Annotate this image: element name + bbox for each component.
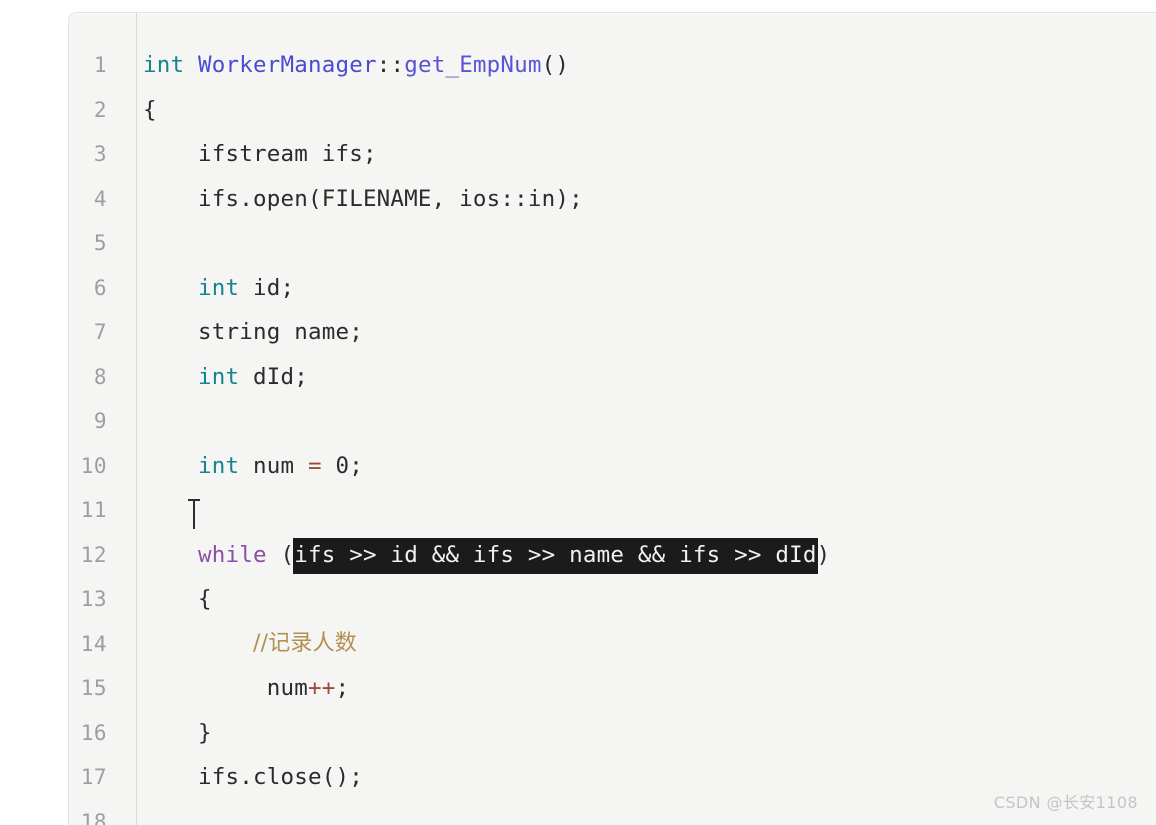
line-number: 12: [80, 542, 107, 567]
code-token: int: [198, 452, 253, 479]
line-content[interactable]: string name;: [121, 310, 1156, 355]
line-content[interactable]: int id;: [121, 266, 1156, 311]
csdn-watermark: CSDN @长安1108: [993, 793, 1138, 812]
line-content[interactable]: ifs.open(FILENAME, ios::in);: [121, 177, 1156, 222]
code-line[interactable]: 9: [69, 399, 1156, 444]
line-content[interactable]: while (ifs >> id && ifs >> name && ifs >…: [121, 533, 1156, 578]
code-lines-container[interactable]: 1 int WorkerManager::get_EmpNum() 2{3 ifst…: [69, 13, 1156, 825]
code-token: ifstream ifs;: [143, 141, 377, 167]
line-number: 4: [93, 186, 107, 211]
code-token: while: [198, 541, 267, 568]
line-number: 18: [80, 809, 107, 825]
code-line[interactable]: 11: [69, 488, 1156, 533]
code-line[interactable]: 14 //记录人数: [69, 622, 1156, 667]
line-number: 5: [93, 231, 107, 255]
line-content[interactable]: {: [121, 88, 1156, 133]
selected-text[interactable]: ifs >> id && ifs >> name && ifs >> dId: [294, 538, 817, 573]
line-number: 14: [80, 631, 107, 656]
line-number: 15: [80, 676, 107, 700]
code-token: dId;: [253, 363, 308, 390]
line-number: 11: [80, 498, 107, 522]
code-token: int: [198, 274, 253, 301]
code-line[interactable]: 8 int dId;: [69, 355, 1156, 400]
code-token: id;: [253, 274, 295, 301]
code-token: get_EmpNum: [404, 52, 542, 78]
code-line[interactable]: 10 int num = 0;: [69, 444, 1156, 489]
code-token: WorkerManager: [198, 52, 377, 78]
line-number: 6: [93, 275, 107, 300]
code-token: ::: [376, 52, 405, 78]
code-token: string name;: [143, 319, 363, 345]
code-token: int: [198, 363, 253, 390]
code-token: =: [308, 452, 322, 479]
line-content[interactable]: //记录人数: [121, 621, 1156, 667]
code-line[interactable]: 12 while (ifs >> id && ifs >> name && if…: [69, 533, 1156, 578]
line-number: 10: [80, 453, 107, 478]
line-content[interactable]: int num = 0;: [121, 444, 1156, 489]
line-number: 17: [80, 765, 107, 789]
code-line[interactable]: 15 num++;: [69, 666, 1156, 711]
code-token: ifs.close();: [143, 764, 363, 790]
line-content[interactable]: num++;: [121, 666, 1156, 711]
line-content[interactable]: {: [121, 577, 1156, 622]
code-token: }: [143, 719, 212, 746]
code-token: ): [816, 541, 831, 568]
line-number: 9: [93, 409, 107, 433]
line-number: 16: [80, 720, 107, 745]
code-token: num: [143, 675, 308, 701]
code-line[interactable]: 1 int WorkerManager::get_EmpNum(): [69, 43, 1156, 88]
line-content[interactable]: int dId;: [121, 355, 1156, 400]
screenshot-root: 1 int WorkerManager::get_EmpNum() 2{3 ifst…: [0, 0, 1156, 825]
code-token: num: [253, 452, 308, 479]
code-token: int: [143, 52, 198, 78]
code-token: (: [266, 541, 295, 568]
line-number: 13: [80, 587, 107, 611]
line-number: 3: [93, 142, 107, 166]
code-token: 0;: [321, 452, 363, 479]
code-token: {: [143, 96, 157, 123]
code-token: ifs.open(FILENAME, ios::in);: [143, 185, 583, 212]
code-token: (): [541, 52, 570, 78]
code-token: ;: [335, 675, 350, 701]
line-content[interactable]: int WorkerManager::get_EmpNum(): [121, 43, 1156, 88]
line-content[interactable]: ifstream ifs;: [121, 132, 1156, 177]
line-number: 8: [93, 364, 107, 389]
line-number: 7: [93, 320, 107, 344]
code-line[interactable]: 16 }: [69, 711, 1156, 756]
line-number: 2: [93, 97, 107, 122]
line-content[interactable]: }: [121, 711, 1156, 756]
line-number: 1: [93, 53, 107, 77]
code-line[interactable]: 3 ifstream ifs;: [69, 132, 1156, 177]
code-block[interactable]: 1 int WorkerManager::get_EmpNum() 2{3 ifst…: [68, 12, 1156, 825]
code-line[interactable]: 2{: [69, 88, 1156, 133]
code-token: ++: [307, 675, 336, 701]
code-line[interactable]: 7 string name;: [69, 310, 1156, 355]
code-line[interactable]: 5: [69, 221, 1156, 266]
code-line[interactable]: 13 {: [69, 577, 1156, 622]
code-token: {: [143, 586, 212, 612]
code-token: //记录人数: [252, 631, 358, 656]
code-line[interactable]: 4 ifs.open(FILENAME, ios::in);: [69, 177, 1156, 222]
code-line[interactable]: 6 int id;: [69, 266, 1156, 311]
